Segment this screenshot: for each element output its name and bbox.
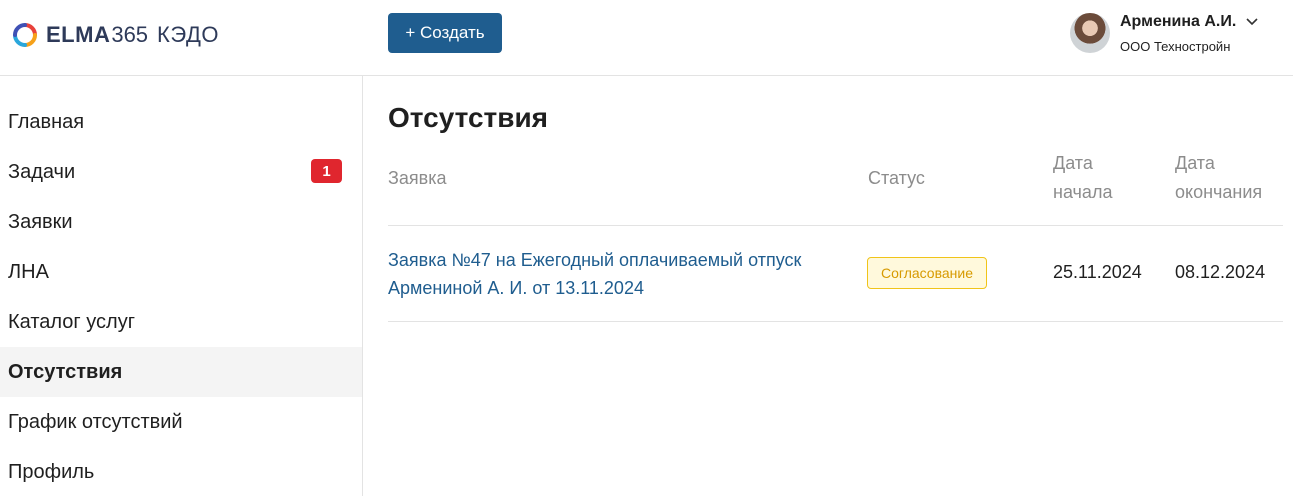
sidebar-item-label: График отсутствий — [8, 410, 183, 433]
column-header-start-line1: Дата — [1053, 153, 1093, 173]
chevron-down-icon[interactable] — [1246, 18, 1258, 26]
sidebar-item-label: ЛНА — [8, 260, 49, 283]
start-date: 25.11.2024 — [1053, 262, 1142, 282]
sidebar-item-absences[interactable]: Отсутствия — [0, 347, 362, 397]
sidebar-item-service-catalog[interactable]: Каталог услуг — [0, 297, 362, 347]
column-header-status: Статус — [868, 168, 925, 188]
column-header-end-line2: окончания — [1175, 182, 1263, 202]
request-link[interactable]: Заявка №47 на Ежегодный оплачиваемый отп… — [388, 246, 848, 302]
sidebar-item-label: Задачи — [8, 160, 76, 183]
sidebar-item-label: Каталог услуг — [8, 310, 136, 333]
sidebar-item-requests[interactable]: Заявки — [0, 197, 362, 247]
avatar[interactable] — [1070, 13, 1110, 53]
column-header-start-date: Дата начала — [1053, 149, 1112, 207]
page-title: Отсутствия — [388, 102, 549, 133]
sidebar-item-label: Главная — [8, 110, 85, 133]
logo-kedo-text: КЭДО — [157, 22, 219, 47]
user-organization: ООО Техностройн — [1120, 39, 1231, 54]
row-divider — [388, 321, 1283, 322]
logo-365-text: 365 — [111, 22, 149, 47]
sidebar-item-label: Отсутствия — [8, 360, 123, 383]
sidebar-item-label: Заявки — [8, 210, 73, 233]
column-header-end-line1: Дата — [1175, 153, 1215, 173]
status-badge: Согласование — [867, 257, 987, 289]
elma-logo[interactable]: ELMA 365 КЭДО — [12, 20, 219, 50]
sidebar: Главная Задачи 1 Заявки ЛНА Каталог услу… — [0, 76, 363, 496]
top-header: ELMA 365 КЭДО + Создать Арменина А.И. ОО… — [0, 0, 1293, 76]
create-button[interactable]: + Создать — [388, 13, 502, 53]
user-menu[interactable]: Арменина А.И. ООО Техностройн — [1070, 12, 1258, 58]
user-name: Арменина А.И. — [1120, 13, 1237, 30]
header-divider — [388, 225, 1283, 226]
elma-logo-icon — [13, 23, 37, 47]
logo-elma-text: ELMA — [46, 22, 111, 47]
column-header-request: Заявка — [388, 168, 447, 188]
column-header-end-date: Дата окончания — [1175, 149, 1262, 207]
sidebar-item-profile[interactable]: Профиль — [0, 447, 362, 497]
column-header-start-line2: начала — [1053, 182, 1113, 202]
sidebar-item-label: Профиль — [8, 460, 95, 483]
sidebar-item-home[interactable]: Главная — [0, 97, 362, 147]
sidebar-item-absence-schedule[interactable]: График отсутствий — [0, 397, 362, 447]
sidebar-item-tasks[interactable]: Задачи 1 — [0, 147, 362, 197]
sidebar-item-lna[interactable]: ЛНА — [0, 247, 362, 297]
end-date: 08.12.2024 — [1175, 262, 1266, 282]
tasks-count-badge: 1 — [311, 159, 342, 183]
